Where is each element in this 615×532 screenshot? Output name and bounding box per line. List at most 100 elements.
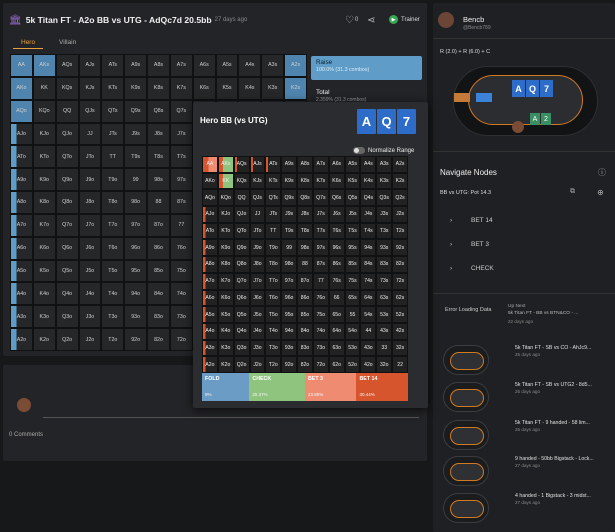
action-bet-14[interactable]: BET 14 30.44% — [356, 373, 408, 401]
hand-list-item[interactable]: 5k Titan FT - SB vs UTG2 - 8d5... 25 days… — [443, 380, 608, 416]
range-cell[interactable]: K9o — [32, 168, 56, 192]
play-icon[interactable]: ▶ — [389, 15, 398, 24]
range-cell[interactable]: J3o — [78, 305, 102, 329]
strategy-cell[interactable]: 97o — [281, 272, 298, 290]
range-cell[interactable]: K8o — [32, 191, 56, 214]
strategy-cell[interactable]: Q3o — [233, 339, 250, 357]
range-cell[interactable]: A7o — [10, 213, 33, 237]
strategy-cell[interactable]: QTs — [265, 189, 282, 207]
strategy-cell[interactable]: 82s — [392, 256, 408, 273]
strategy-cell[interactable]: A5o — [202, 306, 218, 323]
strategy-cell[interactable]: 92s — [392, 239, 408, 257]
strategy-cell[interactable]: 95o — [281, 306, 298, 323]
strategy-cell[interactable]: 85o — [297, 306, 313, 323]
range-cell[interactable]: T9s — [124, 145, 148, 169]
range-cell[interactable]: JJ — [78, 122, 102, 146]
strategy-cell[interactable]: QJs — [249, 189, 266, 207]
strategy-cell[interactable]: Q5s — [344, 189, 361, 207]
strategy-cell[interactable]: 77 — [312, 272, 329, 290]
strategy-cell[interactable]: 43s — [376, 322, 393, 340]
range-cell[interactable]: QTo — [55, 145, 79, 169]
comment-input[interactable] — [43, 417, 419, 418]
range-cell[interactable]: 92o — [124, 328, 148, 351]
range-cell[interactable]: Q7o — [55, 213, 79, 237]
range-cell[interactable]: AKo — [10, 76, 33, 100]
strategy-cell[interactable]: T7s — [312, 222, 329, 240]
range-cell[interactable]: K4s — [238, 76, 262, 100]
strategy-cell[interactable]: 22 — [392, 356, 408, 373]
range-cell[interactable]: Q7s — [169, 99, 193, 123]
strategy-cell[interactable]: A2s — [392, 156, 408, 173]
strategy-cell[interactable]: K6o — [217, 289, 234, 307]
strategy-cell[interactable]: 43o — [360, 339, 377, 357]
range-cell[interactable]: Q9o — [55, 168, 79, 192]
range-cell[interactable]: T4o — [101, 282, 125, 306]
strategy-cell[interactable]: KTs — [265, 172, 282, 190]
strategy-cell[interactable]: 75s — [344, 272, 361, 290]
strategy-cell[interactable]: 73o — [312, 339, 329, 357]
strategy-cell[interactable]: Q3s — [376, 189, 393, 207]
strategy-cell[interactable]: 33 — [376, 339, 393, 357]
range-cell[interactable]: A6s — [192, 54, 216, 77]
range-cell[interactable]: 85o — [147, 259, 170, 283]
strategy-cell[interactable]: ATs — [265, 156, 282, 173]
strategy-cell[interactable]: 64s — [360, 289, 377, 307]
strategy-cell[interactable]: 98s — [297, 239, 313, 257]
range-cell[interactable]: K7s — [169, 76, 193, 100]
add-icon[interactable]: ⊕ — [597, 188, 604, 197]
strategy-cell[interactable]: K8o — [217, 256, 234, 273]
strategy-cell[interactable]: 84o — [297, 322, 313, 340]
range-cell[interactable]: 84o — [147, 282, 170, 306]
strategy-cell[interactable]: 86o — [297, 289, 313, 307]
strategy-cell[interactable]: K4o — [217, 322, 234, 340]
strategy-cell[interactable]: 73s — [376, 272, 393, 290]
strategy-cell[interactable]: 82o — [297, 356, 313, 373]
strategy-cell[interactable]: Q8s — [297, 189, 313, 207]
strategy-cell[interactable]: 62o — [328, 356, 345, 373]
range-cell[interactable]: K5o — [32, 259, 56, 283]
strategy-cell[interactable]: A2o — [202, 356, 218, 373]
range-cell[interactable]: T5o — [101, 259, 125, 283]
strategy-cell[interactable]: K7o — [217, 272, 234, 290]
range-cell[interactable]: QTs — [101, 99, 125, 123]
range-cell[interactable]: T7s — [169, 145, 193, 169]
strategy-cell[interactable]: 93s — [376, 239, 393, 257]
strategy-cell[interactable]: KQs — [233, 172, 250, 190]
strategy-cell[interactable]: A3o — [202, 339, 218, 357]
range-cell[interactable]: KTo — [32, 145, 56, 169]
heart-icon[interactable]: ♡ — [345, 15, 354, 26]
range-cell[interactable]: A8s — [147, 54, 170, 77]
strategy-cell[interactable]: 86s — [328, 256, 345, 273]
hand-list-item[interactable]: 5k Titan FT - SB vs CO - AhJc9... 25 days… — [443, 343, 608, 379]
range-cell[interactable]: AJs — [78, 54, 102, 77]
range-cell[interactable]: J6o — [78, 236, 102, 260]
strategy-cell[interactable]: KJs — [249, 172, 266, 190]
strategy-cell[interactable]: KQo — [217, 189, 234, 207]
range-cell[interactable]: T7o — [101, 213, 125, 237]
strategy-cell[interactable]: JTs — [265, 206, 282, 223]
range-cell[interactable]: KJs — [78, 76, 102, 100]
strategy-cell[interactable]: AQo — [202, 189, 218, 207]
strategy-cell[interactable]: AJs — [249, 156, 266, 173]
strategy-cell[interactable]: T4o — [265, 322, 282, 340]
strategy-cell[interactable]: 75o — [312, 306, 329, 323]
range-cell[interactable]: J5o — [78, 259, 102, 283]
range-cell[interactable]: Q3o — [55, 305, 79, 329]
strategy-cell[interactable]: A7o — [202, 272, 218, 290]
range-cell[interactable]: 88 — [147, 191, 170, 214]
range-cell[interactable]: 75o — [169, 259, 193, 283]
strategy-cell[interactable]: K4s — [360, 172, 377, 190]
range-cell[interactable]: A6o — [10, 236, 33, 260]
nav-node-check[interactable]: CHECK — [471, 265, 494, 272]
range-cell[interactable]: A4s — [238, 54, 262, 77]
range-cell[interactable]: KQs — [55, 76, 79, 100]
strategy-cell[interactable]: T5o — [265, 306, 282, 323]
range-cell[interactable]: T2o — [101, 328, 125, 351]
range-cell[interactable]: QJs — [78, 99, 102, 123]
strategy-cell[interactable]: 96s — [328, 239, 345, 257]
range-cell[interactable]: 95o — [124, 259, 148, 283]
strategy-cell[interactable]: T5s — [344, 222, 361, 240]
range-cell[interactable]: KK — [32, 76, 56, 100]
info-icon[interactable]: ⓘ — [598, 167, 606, 178]
hand-title[interactable]: 5k Titan FT - SB vs UTG2 - 8d5... — [515, 382, 607, 388]
